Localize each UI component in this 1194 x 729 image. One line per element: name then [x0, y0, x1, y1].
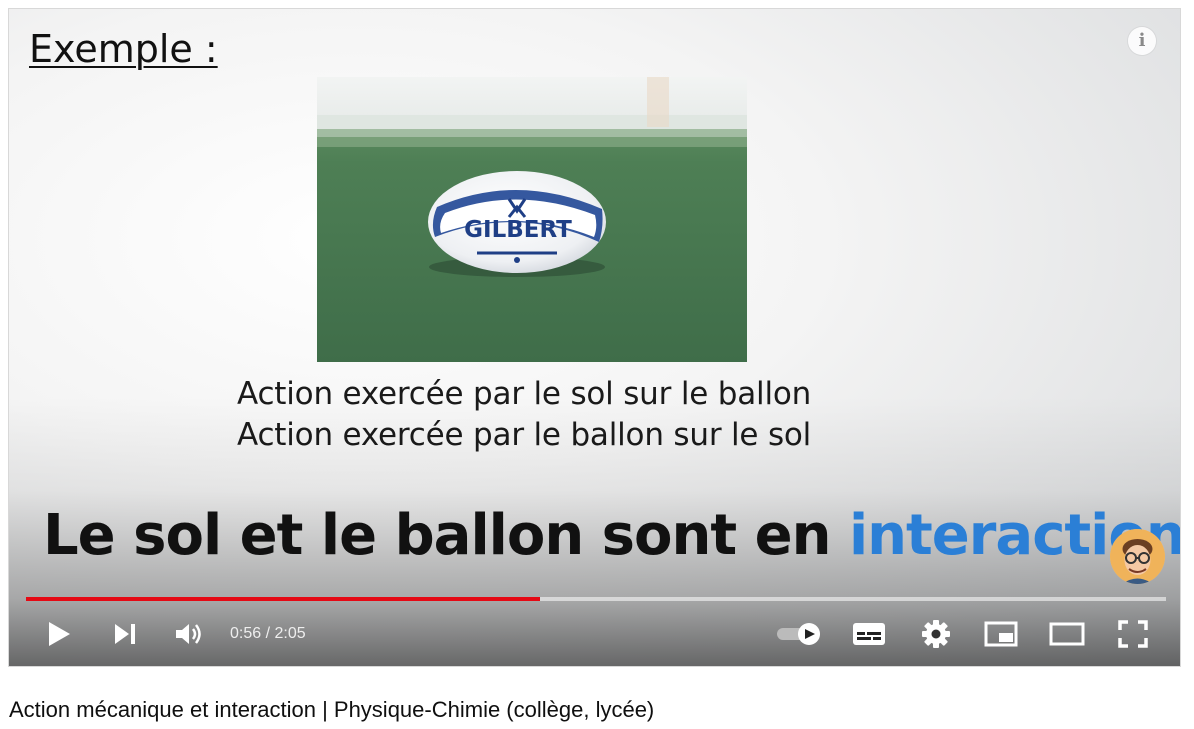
video-player[interactable]: Exemple : i GILBERT Action exercée par l…: [8, 8, 1181, 667]
action-line-2: Action exercée par le ballon sur le sol: [237, 417, 812, 453]
subtitle-caption: Le sol et le ballon sont en interaction: [43, 503, 1180, 568]
autoplay-toggle-icon[interactable]: [773, 609, 825, 659]
play-icon[interactable]: [41, 609, 77, 659]
action-line-1: Action exercée par le sol sur le ballon: [237, 376, 812, 412]
volume-icon[interactable]: [172, 609, 206, 659]
rugby-ball-photo: GILBERT: [317, 77, 747, 362]
slide-title: Exemple :: [29, 27, 218, 71]
gear-icon[interactable]: [916, 609, 956, 659]
video-title[interactable]: Action mécanique et interaction | Physiq…: [9, 697, 654, 723]
subtitles-icon[interactable]: [849, 609, 889, 659]
caption-main: Le sol et le ballon sont en: [43, 503, 849, 568]
progress-bar[interactable]: [26, 597, 1166, 601]
next-icon[interactable]: [109, 609, 141, 659]
ball-brand-label: GILBERT: [464, 217, 572, 243]
theater-mode-icon[interactable]: [1047, 609, 1087, 659]
fullscreen-icon[interactable]: [1113, 609, 1153, 659]
progress-played: [26, 597, 541, 601]
time-display: 0:56 / 2:05: [230, 625, 306, 642]
miniplayer-icon[interactable]: [981, 609, 1021, 659]
channel-avatar[interactable]: [1110, 529, 1165, 584]
control-bar: 0:56 / 2:05: [9, 609, 1180, 659]
info-icon[interactable]: i: [1128, 27, 1156, 55]
